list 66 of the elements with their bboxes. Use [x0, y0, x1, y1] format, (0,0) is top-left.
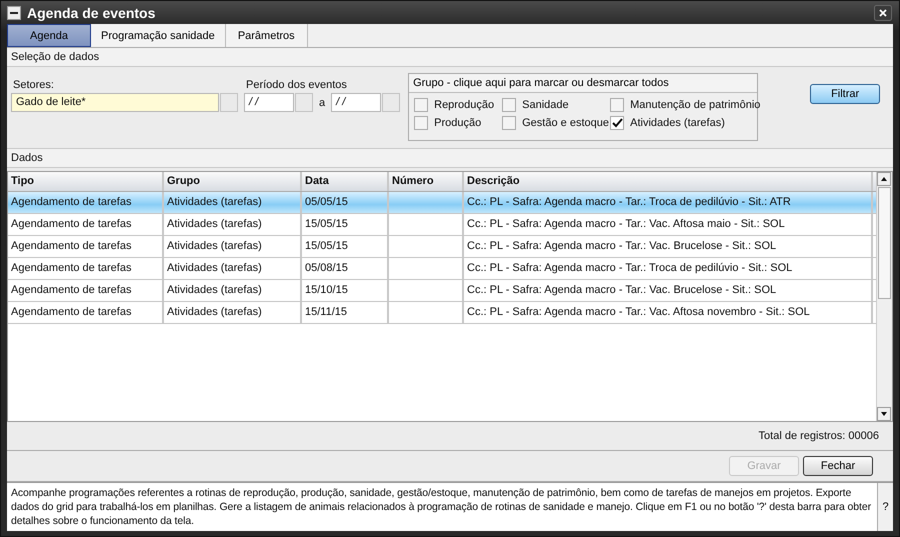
table-cell: 15/05/15	[302, 236, 389, 257]
checkbox[interactable]	[502, 116, 516, 130]
help-text: Acompanhe programações referentes a rotinas de reprodução, produção, sanidade, gestão/estoque, manutenção de patrimônio, bem como de tarefas de manejos em projetos. Exporte dados do grid para trabalhá-los em planilhas. Gere a listagem de animais relacionados à programação de rotinas de sanidade e manejo. Clique em F1 ou no botão '?' desta barra para obter detalhes sobre o funcionamento da tela.	[10, 486, 872, 529]
table-cell: Agendamento de tarefas	[8, 192, 164, 213]
checkbox[interactable]	[610, 98, 624, 112]
date-field[interactable]: / /	[331, 93, 382, 112]
checkbox[interactable]	[610, 116, 624, 130]
calendar-button[interactable]	[295, 93, 313, 112]
table-cell: Atividades (tarefas)	[164, 258, 302, 279]
table-cell: Cc.: PL - Safra: Agenda macro - Tar.: Vac. Brucelose - Sit.: SOL	[464, 236, 873, 257]
table-cell: Cc.: PL - Safra: Agenda macro - Tar.: Troca de pedilúvio - Sit.: SOL	[464, 258, 873, 279]
table-cell: Atividades (tarefas)	[164, 236, 302, 257]
table-cell: Atividades (tarefas)	[164, 302, 302, 323]
table-cell: 15/11/15	[302, 302, 389, 323]
table-cell: 15/10/15	[302, 280, 389, 301]
checkbox-label: Manutenção de patrimônio	[630, 99, 760, 111]
lookup-button[interactable]	[220, 93, 238, 112]
close-icon[interactable]	[874, 4, 892, 20]
table-cell: Cc.: PL - Safra: Agenda macro - Tar.: Vac. Brucelose - Sit.: SOL	[464, 280, 873, 301]
table-cell: Agendamento de tarefas	[8, 302, 164, 323]
scrollbar[interactable]	[876, 172, 892, 421]
scroll-down-icon[interactable]	[877, 407, 891, 421]
table-cell: Atividades (tarefas)	[164, 214, 302, 235]
table-cell: Atividades (tarefas)	[164, 280, 302, 301]
field-label: Período dos eventos	[246, 79, 348, 92]
table-row[interactable]: Agendamento de tarefas Atividades (tarefas) 05/05/15 Cc.: PL - Safra: Agenda macro - Tar.: Troca de pedilúvio - Sit.: ATR	[8, 192, 876, 214]
table-cell: Cc.: PL - Safra: Agenda macro - Tar.: Vac. Aftosa novembro - Sit.: SOL	[464, 302, 873, 323]
table-row[interactable]: Agendamento de tarefas Atividades (tarefas) 05/08/15 Cc.: PL - Safra: Agenda macro - Tar.: Troca de pedilúvio - Sit.: SOL	[8, 258, 876, 280]
table-cell: Agendamento de tarefas	[8, 236, 164, 257]
table-row[interactable]: Agendamento de tarefas Atividades (tarefas) 15/05/15 Cc.: PL - Safra: Agenda macro - Tar.: Vac. Brucelose - Sit.: SOL	[8, 236, 876, 258]
action-button[interactable]: Fechar	[803, 456, 873, 476]
checkbox[interactable]	[414, 98, 428, 112]
table-cell: Agendamento de tarefas	[8, 258, 164, 279]
calendar-button[interactable]	[382, 93, 400, 112]
table-row[interactable]: Agendamento de tarefas Atividades (tarefas) 15/11/15 Cc.: PL - Safra: Agenda macro - Tar.: Vac. Aftosa novembro - Sit.: SOL	[8, 302, 876, 324]
checkbox-label: Atividades (tarefas)	[630, 117, 725, 129]
checkbox-label: Gestão e estoque	[522, 117, 609, 129]
record-count: Total de registros: 00006	[758, 430, 879, 442]
table-cell: 05/05/15	[302, 192, 389, 213]
checkbox[interactable]	[414, 116, 428, 130]
checkbox-label: Sanidade	[522, 99, 569, 111]
tab[interactable]: Agenda	[7, 24, 91, 47]
table-row[interactable]: Agendamento de tarefas Atividades (tarefas) 15/05/15 Cc.: PL - Safra: Agenda macro - Tar.: Vac. Aftosa maio - Sit.: SOL	[8, 214, 876, 236]
table-cell: Cc.: PL - Safra: Agenda macro - Tar.: Troca de pedilúvio - Sit.: ATR	[464, 192, 873, 213]
date-field[interactable]: / /	[244, 93, 294, 112]
table-cell: 05/08/15	[302, 258, 389, 279]
table-cell: Atividades (tarefas)	[164, 192, 302, 213]
checkbox-label: Reprodução	[434, 99, 494, 111]
minimize-icon[interactable]	[7, 6, 21, 20]
range-separator: a	[319, 96, 326, 108]
sectors-field[interactable]: Gado de leite*	[11, 93, 219, 112]
table-cell: Agendamento de tarefas	[8, 280, 164, 301]
scroll-up-icon[interactable]	[877, 172, 891, 186]
checkbox-label: Produção	[434, 117, 482, 129]
field-label: Setores:	[13, 79, 55, 92]
table-cell: Cc.: PL - Safra: Agenda macro - Tar.: Vac. Aftosa maio - Sit.: SOL	[464, 214, 873, 235]
table-cell: 15/05/15	[302, 214, 389, 235]
window-title: Agenda de eventos	[27, 4, 156, 20]
help-button[interactable]: ?	[877, 483, 893, 531]
section-header: Dados	[7, 149, 893, 168]
filter-button[interactable]: Filtrar	[810, 84, 880, 104]
table-row[interactable]: Agendamento de tarefas Atividades (tarefas) 15/10/15 Cc.: PL - Safra: Agenda macro - Tar.: Vac. Brucelose - Sit.: SOL	[8, 280, 876, 302]
table-cell: Agendamento de tarefas	[8, 214, 164, 235]
section-header: Seleção de dados	[7, 48, 893, 67]
checkbox[interactable]	[502, 98, 516, 112]
group-toggle-link[interactable]: Grupo - clique aqui para marcar ou desmarcar todos	[409, 74, 758, 93]
